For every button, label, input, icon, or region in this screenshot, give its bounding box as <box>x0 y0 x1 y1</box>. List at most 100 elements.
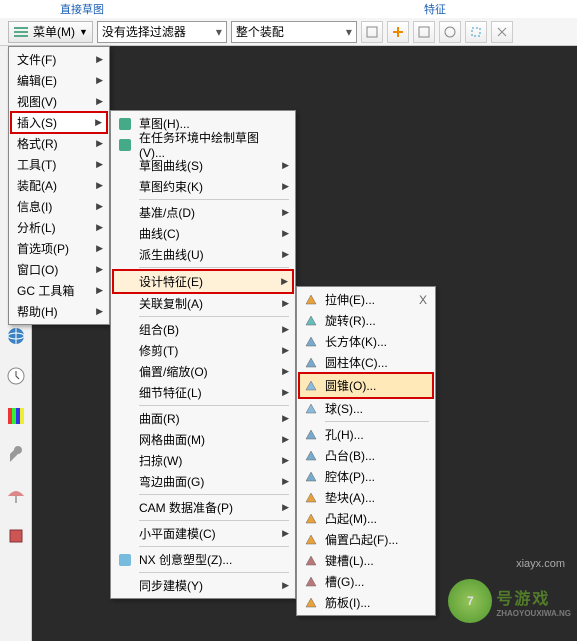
menu-item[interactable]: 偏置凸起(F)... <box>299 529 433 550</box>
menu-item[interactable]: GC 工具箱▶ <box>11 280 107 301</box>
menu-item[interactable]: 球(S)... <box>299 398 433 419</box>
chip-icon[interactable] <box>6 526 26 546</box>
menu-item[interactable]: 曲线(C)▶ <box>113 223 293 244</box>
menu-item[interactable]: 组合(B)▶ <box>113 319 293 340</box>
menu-item[interactable]: 圆锥(O)... <box>298 372 434 399</box>
tool-button-1[interactable] <box>361 21 383 43</box>
tool-icon <box>469 25 483 39</box>
menu-item-label: 同步建模(Y) <box>139 577 203 594</box>
menu-item[interactable]: 装配(A)▶ <box>11 175 107 196</box>
feature-icon <box>303 292 319 308</box>
menu-item[interactable]: 分析(L)▶ <box>11 217 107 238</box>
menu-item[interactable]: 视图(V)▶ <box>11 91 107 112</box>
menu-item-label: 孔(H)... <box>325 426 364 443</box>
menu-item[interactable]: 垫块(A)... <box>299 487 433 508</box>
feature-icon <box>303 553 319 569</box>
menu-item[interactable]: 窗口(O)▶ <box>11 259 107 280</box>
menu-item[interactable]: 槽(G)... <box>299 571 433 592</box>
menu-item-label: 槽(G)... <box>325 573 364 590</box>
menu-item[interactable]: 草图约束(K)▶ <box>113 176 293 197</box>
menu-item-label: NX 创意塑型(Z)... <box>139 551 232 568</box>
menu-item-icon <box>117 205 133 221</box>
tool-button-4[interactable] <box>439 21 461 43</box>
menu-item[interactable]: 长方体(K)... <box>299 331 433 352</box>
chevron-right-icon: ▶ <box>96 201 103 212</box>
menu-button[interactable]: 菜单(M) ▼ <box>8 21 93 43</box>
feature-icon <box>303 355 319 371</box>
menu-item[interactable]: 圆柱体(C)... <box>299 352 433 373</box>
tool-button-3[interactable] <box>413 21 435 43</box>
umbrella-icon[interactable] <box>6 486 26 506</box>
menu-item[interactable]: 凸台(B)... <box>299 445 433 466</box>
filter-select-value: 没有选择过滤器 <box>102 23 186 40</box>
menu-item-label: 派生曲线(U) <box>139 246 204 263</box>
menu-item[interactable]: 旋转(R)... <box>299 310 433 331</box>
top-tabs: 直接草图 特征 <box>0 0 577 18</box>
tab-feature[interactable]: 特征 <box>424 1 446 17</box>
menu-item-label: 长方体(K)... <box>325 333 387 350</box>
menu-item[interactable]: NX 创意塑型(Z)... <box>113 549 293 570</box>
menu-item-icon <box>117 343 133 359</box>
chevron-right-icon: ▶ <box>282 387 289 398</box>
menu-item-label: 扫掠(W) <box>139 452 182 469</box>
menu-item-label: 基准/点(D) <box>139 204 195 221</box>
menu-item[interactable]: 格式(R)▶ <box>11 133 107 154</box>
menu-item-label: 组合(B) <box>139 321 179 338</box>
separator <box>139 494 289 495</box>
clock-icon[interactable] <box>6 366 26 386</box>
menu-item[interactable]: 凸起(M)... <box>299 508 433 529</box>
globe-icon[interactable] <box>6 326 26 346</box>
menu-item[interactable]: 派生曲线(U)▶ <box>113 244 293 265</box>
menu-item[interactable]: 键槽(L)... <box>299 550 433 571</box>
menu-item[interactable]: 孔(H)... <box>299 424 433 445</box>
chevron-right-icon: ▶ <box>282 298 289 309</box>
menu-item[interactable]: 编辑(E)▶ <box>11 70 107 91</box>
menu-item-label: 键槽(L)... <box>325 552 374 569</box>
tool-button-6[interactable] <box>491 21 513 43</box>
menu-item[interactable]: 草图曲线(S)▶ <box>113 155 293 176</box>
menu-item[interactable]: 关联复制(A)▶ <box>113 293 293 314</box>
menu-item[interactable]: 首选项(P)▶ <box>11 238 107 259</box>
menu-item[interactable]: 工具(T)▶ <box>11 154 107 175</box>
menu-item[interactable]: 同步建模(Y)▶ <box>113 575 293 596</box>
menu-item[interactable]: 插入(S)▶ <box>10 111 108 134</box>
menu-item-label: 球(S)... <box>325 400 363 417</box>
menu-item[interactable]: 基准/点(D)▶ <box>113 202 293 223</box>
menu-item[interactable]: 小平面建模(C)▶ <box>113 523 293 544</box>
menu-item[interactable]: 曲面(R)▶ <box>113 408 293 429</box>
menu-item[interactable]: 筋板(I)... <box>299 592 433 613</box>
filter-select[interactable]: 没有选择过滤器 <box>97 21 227 43</box>
main-toolbar: 菜单(M) ▼ 没有选择过滤器 整个装配 <box>0 18 577 46</box>
menu-item[interactable]: 在任务环境中绘制草图(V)... <box>113 134 293 155</box>
chevron-right-icon: ▶ <box>96 285 103 296</box>
dropdown-icon: ▼ <box>79 27 88 37</box>
menu-item[interactable]: 设计特征(E)▶ <box>112 269 294 294</box>
palette-icon[interactable] <box>6 406 26 426</box>
watermark-logo: 7 <box>448 579 492 623</box>
menu-item[interactable]: 文件(F)▶ <box>11 49 107 70</box>
menu-item-label: 曲面(R) <box>139 410 180 427</box>
tab-sketch[interactable]: 直接草图 <box>60 1 104 17</box>
menu-item[interactable]: 帮助(H)▶ <box>11 301 107 322</box>
menu-item[interactable]: 拉伸(E)...X <box>299 289 433 310</box>
menu-item-icon <box>117 526 133 542</box>
menu-item[interactable]: 网格曲面(M)▶ <box>113 429 293 450</box>
menu-item[interactable]: 扫掠(W) ▶ <box>113 450 293 471</box>
menu-item[interactable]: 修剪(T)▶ <box>113 340 293 361</box>
menu-item[interactable]: 信息(I)▶ <box>11 196 107 217</box>
menu-item[interactable]: 腔体(P)... <box>299 466 433 487</box>
tool-button-5[interactable] <box>465 21 487 43</box>
menu-item[interactable]: 弯边曲面(G)▶ <box>113 471 293 492</box>
assembly-select[interactable]: 整个装配 <box>231 21 357 43</box>
menu-item[interactable]: CAM 数据准备(P)▶ <box>113 497 293 518</box>
chevron-right-icon: ▶ <box>282 455 289 466</box>
feature-icon <box>303 334 319 350</box>
menu-item-label: 腔体(P)... <box>325 468 375 485</box>
wrench-icon[interactable] <box>6 446 26 466</box>
menu-item-icon <box>117 500 133 516</box>
menu-item[interactable]: 偏置/缩放(O)▶ <box>113 361 293 382</box>
chevron-right-icon: ▶ <box>96 306 103 317</box>
menu-item-label: 旋转(R)... <box>325 312 376 329</box>
menu-item[interactable]: 细节特征(L)▶ <box>113 382 293 403</box>
tool-button-2[interactable] <box>387 21 409 43</box>
